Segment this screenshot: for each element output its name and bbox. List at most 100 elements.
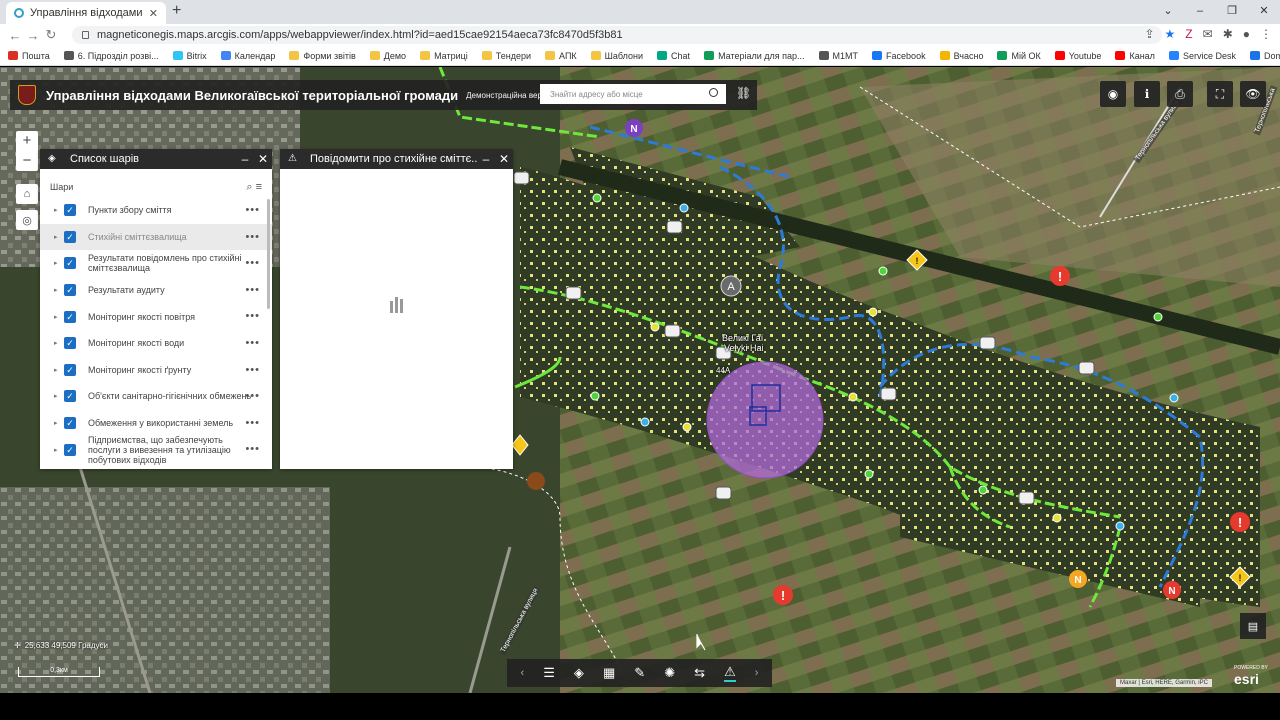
more-options-icon[interactable]: •••	[245, 310, 260, 322]
close-window-icon[interactable]: ✕	[1248, 0, 1280, 24]
star-icon[interactable]: ★	[1165, 27, 1176, 41]
more-options-icon[interactable]: •••	[245, 231, 260, 243]
grid-icon[interactable]: ▦	[603, 665, 615, 681]
layer-row[interactable]: ▸ ✓ Моніторинг якості води •••	[40, 330, 272, 357]
more-options-icon[interactable]: •••	[245, 417, 260, 429]
swipe-icon[interactable]: ⇆	[694, 665, 705, 681]
close-panel-icon[interactable]: ✕	[495, 152, 513, 166]
layer-row[interactable]: ▸ ✓ Об'єкти санітарно-гігієнічних обмежень…	[40, 383, 272, 410]
expand-arrow-icon[interactable]: ▸	[54, 446, 64, 454]
eye-icon[interactable]: 👁	[1240, 81, 1266, 107]
layer-row[interactable]: ▸ ✓ Результати аудиту •••	[40, 277, 272, 304]
bookmark-item[interactable]: Матеріали для пар...	[704, 51, 805, 61]
close-panel-icon[interactable]: ✕	[254, 152, 272, 166]
fullscreen-icon[interactable]: ⛶	[1207, 81, 1233, 107]
bookmark-item[interactable]: Календар	[220, 51, 275, 61]
extension-z-icon[interactable]: Z	[1185, 27, 1192, 41]
bookmark-item[interactable]: Форми звітів	[289, 51, 356, 61]
forward-icon[interactable]: →	[24, 28, 42, 43]
bookmark-item[interactable]: Канал	[1115, 51, 1155, 61]
expand-arrow-icon[interactable]: ▸	[54, 286, 64, 294]
puzzle-icon[interactable]: ✱	[1223, 27, 1233, 41]
basemap-palette-icon[interactable]: ✺	[664, 665, 675, 681]
mail-icon[interactable]: ✉	[1203, 27, 1213, 41]
search-icon[interactable]	[709, 88, 718, 97]
browser-tab[interactable]: Управління відходами Великога ✕	[6, 2, 166, 24]
print-icon[interactable]: ⎙	[1167, 81, 1193, 107]
share-icon[interactable]: ⇪	[1144, 27, 1154, 41]
address-search-input[interactable]: Знайти адресу або місце	[540, 84, 726, 104]
new-tab-icon[interactable]: +	[172, 2, 181, 20]
bookmark-item[interactable]: M1MT	[818, 51, 858, 61]
back-icon[interactable]: ←	[6, 28, 24, 43]
chevron-down-icon[interactable]: ⌄	[1152, 0, 1184, 24]
more-options-icon[interactable]: •••	[245, 284, 260, 296]
bookmark-item[interactable]: Chat	[657, 51, 690, 61]
bookmark-item[interactable]: Демо	[369, 51, 406, 61]
chevron-right-icon[interactable]: ›	[755, 667, 759, 679]
expand-arrow-icon[interactable]: ▸	[54, 419, 64, 427]
layer-visibility-checkbox[interactable]: ✓	[64, 310, 76, 323]
more-options-icon[interactable]: •••	[245, 443, 260, 455]
bookmark-item[interactable]: Youtube	[1054, 51, 1101, 61]
bookmark-item[interactable]: Вчасно	[939, 51, 983, 61]
draw-pencil-icon[interactable]: ✎	[634, 665, 645, 681]
bookmark-item[interactable]: АПК	[545, 51, 577, 61]
expand-arrow-icon[interactable]: ▸	[54, 206, 64, 214]
more-options-icon[interactable]: •••	[245, 257, 260, 269]
restore-icon[interactable]: ❐	[1216, 0, 1248, 24]
bookmark-item[interactable]: Domoticz	[1249, 51, 1280, 61]
attribute-table-icon[interactable]: ▤	[1240, 613, 1266, 639]
more-options-icon[interactable]: •••	[245, 204, 260, 216]
expand-arrow-icon[interactable]: ▸	[54, 233, 64, 241]
expand-arrow-icon[interactable]: ▸	[54, 259, 64, 267]
chevron-left-icon[interactable]: ‹	[521, 667, 525, 679]
reload-icon[interactable]: ↻	[42, 27, 60, 43]
bookmark-item[interactable]: Service Desk	[1168, 51, 1236, 61]
zoom-in-button[interactable]: +	[16, 131, 38, 151]
map-view[interactable]: ! ! ! ! ! N N N A Великі Гаї Velyki Hai …	[0, 67, 1280, 693]
layer-visibility-checkbox[interactable]: ✓	[64, 337, 76, 350]
bookmark-item[interactable]: Мій ОК	[997, 51, 1041, 61]
filter-icons[interactable]: ⌕ ≡	[246, 181, 262, 194]
my-location-button[interactable]: ◎	[16, 210, 38, 230]
layer-row[interactable]: ▸ ✓ Підприємства, що забезпечують послуги …	[40, 435, 272, 465]
bookmark-item[interactable]: Пошта	[8, 51, 50, 61]
bookmark-item[interactable]: Facebook	[872, 51, 926, 61]
bookmark-item[interactable]: Шаблони	[590, 51, 643, 61]
address-bar[interactable]: magneticonegis.maps.arcgis.com/apps/weba…	[72, 26, 1162, 44]
profile-avatar-icon[interactable]: ●	[1243, 27, 1250, 41]
expand-arrow-icon[interactable]: ▸	[54, 392, 64, 400]
basemap-gallery-icon[interactable]: ◉	[1100, 81, 1126, 107]
layer-visibility-checkbox[interactable]: ✓	[64, 417, 76, 430]
zoom-out-button[interactable]: −	[16, 151, 38, 171]
layer-visibility-checkbox[interactable]: ✓	[64, 390, 76, 403]
more-options-icon[interactable]: •••	[245, 364, 260, 376]
minimize-panel-icon[interactable]: –	[477, 152, 495, 166]
home-button[interactable]: ⌂	[16, 184, 38, 204]
expand-arrow-icon[interactable]: ▸	[54, 339, 64, 347]
minimize-icon[interactable]: –	[1184, 0, 1216, 24]
layer-visibility-checkbox[interactable]: ✓	[64, 284, 76, 297]
bookmark-item[interactable]: Bitrix	[172, 51, 207, 61]
layer-row[interactable]: ▸ ✓ Стихійні сміттєзвалища •••	[40, 223, 272, 251]
more-options-icon[interactable]: •••	[245, 337, 260, 349]
more-options-icon[interactable]: •••	[245, 390, 260, 402]
expand-arrow-icon[interactable]: ▸	[54, 313, 64, 321]
layer-visibility-checkbox[interactable]: ✓	[64, 204, 76, 217]
layer-visibility-checkbox[interactable]: ✓	[64, 257, 76, 270]
link-icon[interactable]: ⛓	[736, 86, 751, 100]
info-icon[interactable]: ℹ	[1134, 81, 1160, 107]
layers-icon[interactable]: ◈	[574, 665, 584, 681]
bookmark-item[interactable]: Тендери	[481, 51, 531, 61]
layer-row[interactable]: ▸ ✓ Моніторинг якості ґрунту •••	[40, 357, 272, 384]
report-warning-icon[interactable]: ⚠	[724, 664, 736, 682]
layer-visibility-checkbox[interactable]: ✓	[64, 443, 76, 456]
layer-row[interactable]: ▸ ✓ Обмеження у використанні земель •••	[40, 410, 272, 437]
bookmark-item[interactable]: Матриці	[420, 51, 468, 61]
bookmark-item[interactable]: 6. Підрозділ розві...	[63, 51, 159, 61]
layer-row[interactable]: ▸ ✓ Пункти збору сміття •••	[40, 197, 272, 224]
minimize-panel-icon[interactable]: –	[236, 152, 254, 166]
legend-list-icon[interactable]: ☰	[543, 665, 555, 681]
layer-visibility-checkbox[interactable]: ✓	[64, 363, 76, 376]
